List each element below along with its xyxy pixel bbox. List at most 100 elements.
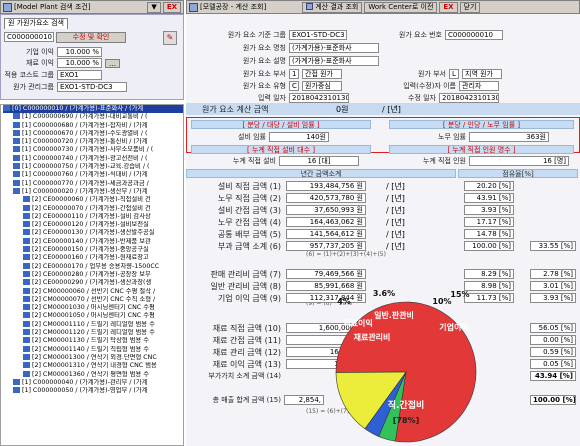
move-workcenter-button[interactable]: Work Center로 이전 (364, 1, 438, 13)
tree-item[interactable]: [2] CM00001360 / 연삭기 평면형 범용 수 (3, 370, 183, 379)
tree-item-label: [2] CM00001140 / 드릴기 직립형 범용 수 (32, 345, 150, 353)
input-date-field: 20180423101304 (289, 93, 349, 103)
row-ratio: 100.00 [%] (464, 241, 514, 251)
label-input-user: 입력(수정)자 이름 (403, 82, 456, 90)
folder-icon (23, 262, 30, 269)
slice-label: 일반.판관비 (374, 310, 414, 320)
wrench-icon[interactable]: ✎ (163, 31, 177, 45)
tree-item[interactable]: [2] CE00000160 / (가계가용)-원재료창고 (3, 254, 183, 262)
tree-item[interactable]: [1] C000000730 / (가계가용)-사무소모품비 / ( (3, 146, 183, 154)
tree-item[interactable]: [2] CE00000130 / (가계가용)-생산발주공실 (3, 229, 183, 237)
tree-item-label: [1] C000000720 / (가계가용)-통신비 / (가계 (22, 138, 148, 146)
material-profit-field[interactable]: 10.000 % (57, 58, 102, 68)
tree-item-label: [2] CE00000160 / (가계가용)-원재료창고 (32, 254, 149, 262)
folder-icon (13, 163, 20, 170)
tree-item[interactable]: [2] CE00000150 / (가계가용)-중앙공구실 (3, 246, 183, 254)
row-ratio: 17.17 [%] (464, 217, 514, 227)
tree-item[interactable]: [2] CE00000070 / (가계가용)-간접설비 건 (3, 204, 183, 213)
cost-group-field[interactable]: EXO1 (57, 70, 102, 80)
tree-item[interactable]: [2] CM00000060 / 선반기 CNC 수평 절삭 / (3, 287, 183, 296)
label-mod-date: 수정 일자 (408, 94, 436, 102)
enterprise-profit-field[interactable]: 10.000 % (57, 47, 102, 57)
tree-item[interactable]: [2] CM00001300 / 연삭기 외경.단면형 CNC (3, 353, 183, 362)
tree-item[interactable]: [1] C000000040 / (가계가용)-관리부 / (가계 (3, 378, 183, 387)
folder-icon (13, 387, 20, 394)
folder-icon (13, 146, 20, 153)
tree-item[interactable]: [1] C000000020 / (가계가용)-생산부 / (가계 (3, 187, 183, 196)
tree-item[interactable]: [1] C000000770 / (가계가용)-세금과공과금 / (3, 179, 183, 188)
tree-item[interactable]: [2] CM00001140 / 드릴기 직립형 범용 수 (3, 345, 183, 354)
label-cost-group: 적용 코스트 그룹 (4, 71, 54, 79)
right-window-title: [모델공장 - 계산 조회] (200, 3, 267, 11)
folder-icon (23, 229, 30, 236)
tree-item[interactable]: [2] CM00001120 / 드릴기 레디얼형 범용 수 (3, 329, 183, 337)
left-window-title: [Model Plant 검색 조건] (14, 3, 91, 11)
folder-icon (13, 154, 20, 161)
calc-value: 0원 (336, 105, 349, 114)
tree-item[interactable]: [1] C000000690 / (가계가용)-대비교통비 / ( (3, 113, 183, 121)
tree-item[interactable]: [2] CM00001310 / 연삭기 내경형 CNC 범용 (3, 362, 183, 370)
tree-item[interactable]: [2] CM00001050 / 머시닝센터기 CNC 수평 (3, 312, 183, 320)
equip-count-field: 16 [대] (279, 156, 359, 166)
folder-icon (23, 246, 30, 253)
tree-item-label: [2] CM00001130 / 드릴기 탁상형 범용 수 (32, 337, 150, 345)
tree-item[interactable]: [2] CM00001030 / 머시닝센터기 CNC 수평 (3, 304, 183, 312)
tree-item[interactable]: [2] CM00001110 / 드릴기 레디얼형 범용 수 (3, 320, 183, 329)
tree-item-label: [1] C000000770 / (가계가용)-세금과공과금 / (22, 179, 149, 187)
tree-item[interactable]: [2] CE00000140 / (가계가용)-반제품 보관 (3, 237, 183, 246)
mod-date-field: 20180423101304 (439, 93, 499, 103)
tree-item[interactable]: [1] C000000680 / (가계가용)-잡자비 / (가계 (3, 121, 183, 130)
slice-label: 재료이익 (343, 318, 372, 328)
tree-item[interactable]: [2] CE00000110 / (가계가용)-설비 감사상 (3, 212, 183, 221)
cost-pie-chart: 직.간접비 [78%] 재료이익재료관리비 일반.판관비기업이익 4% 3.6% 15%10… (335, 290, 477, 443)
close-button[interactable]: 닫기 (459, 1, 481, 13)
label-base-group: 원가 요소 기준 그룹 (227, 31, 286, 39)
tree-item[interactable]: [2] CM00000070 / 선반기 CNC 수직 소형 / (3, 295, 183, 304)
row-ratio: 8.29 [%] (464, 269, 514, 279)
tree-item-label: [2] CM00001050 / 머시닝센터기 CNC 수평 (32, 312, 155, 320)
row-amount: 37,650,993 원 (286, 205, 366, 215)
folder-icon (3, 105, 10, 111)
row-ratio: 43.91 [%] (464, 193, 514, 203)
tree-item[interactable]: [1] C000000720 / (가계가용)-통신비 / (가계 (3, 138, 183, 146)
dropdown-button[interactable]: ▼ (147, 1, 161, 13)
calc-unit: / [년] (382, 105, 401, 114)
calc-amount-row: 원가 요소 계산 금액 0원 / [년] (186, 103, 580, 115)
tree-item[interactable]: [1] C000000760 / (가계가용)-식대비 / (가계 (3, 171, 183, 179)
tree-item[interactable]: [2] CE00000280 / (가계가용)-공장장 보무 (3, 270, 183, 279)
tree-item-label: [2] CE00000070 / (가계가용)-간접설비 건 (32, 204, 151, 212)
row-label: 부과 금액 소계 (6) (217, 242, 281, 251)
ratio-header: 점유율[%] (458, 169, 578, 178)
tree-item[interactable]: [1] C000000670 / (가계가용)-수도광열비 / ( (3, 129, 183, 138)
tree-item-label: [2] CE00000140 / (가계가용)-반제품 보관 (32, 237, 151, 245)
calc-icon (306, 3, 313, 10)
ex-button[interactable]: EX (162, 1, 181, 13)
calc-result-label: 계산 결과 조회 (315, 2, 359, 11)
folder-icon (23, 204, 30, 211)
app-icon (3, 2, 12, 12)
tab-cost-element-search[interactable]: 원 가원가요소 검색 (4, 18, 68, 29)
right-ex-button[interactable]: EX (439, 1, 458, 13)
tree-item[interactable]: [1] C000000050 / (가계가용)-영업부 / (가계 (3, 387, 183, 395)
folder-icon (13, 113, 20, 120)
confirm-button[interactable]: 수정 및 확인 (56, 32, 126, 43)
tree-item[interactable]: [2] CM00001130 / 드릴기 탁상형 범용 수 (3, 337, 183, 345)
tree-item[interactable]: [2] CE00000060 / (가계가용)-직접설비 건 (3, 196, 183, 204)
tree-item[interactable]: [2] CE00000290 / (가계가용)-생산과장(생 (3, 279, 183, 287)
calc-result-button[interactable]: 계산 결과 조회 (302, 1, 363, 13)
tree-item-label: [2] CE00000150 / (가계가용)-중앙공구실 (32, 246, 149, 254)
folder-icon (23, 337, 30, 344)
code-field[interactable]: C000000010 (4, 32, 54, 42)
small-button[interactable]: … (105, 58, 120, 68)
tree-item[interactable]: [1] C000000740 / (가계가용)-광고선전비 / ( (3, 154, 183, 163)
tree-item[interactable]: [2] CE00000170 / 업무용 승용차량-1500CC (3, 262, 183, 271)
cost-manage-group-field[interactable]: EXO1-STD-DC3 (57, 82, 127, 92)
tree-item-label: [2] CE00000060 / (가계가용)-직접설비 건 (32, 196, 151, 204)
cost-element-tree[interactable]: [0] C000000010 / (가계가용)-표준화사 / (가계 [1] C0… (0, 104, 184, 446)
row-label: 재료 직접 금액 (10) (212, 324, 281, 333)
people-count-header: [ 누계 직접 인원 명수 ] (389, 145, 574, 154)
folder-icon (23, 287, 30, 294)
tree-item[interactable]: [0] C000000010 / (가계가용)-표준화사 / (가계 (3, 105, 183, 114)
tree-item[interactable]: [2] CE00000120 / (가계가용)-설비보전실 (3, 221, 183, 229)
tree-item[interactable]: [1] C000000750 / (가계가용)-교육.강습비 / ( (3, 163, 183, 171)
